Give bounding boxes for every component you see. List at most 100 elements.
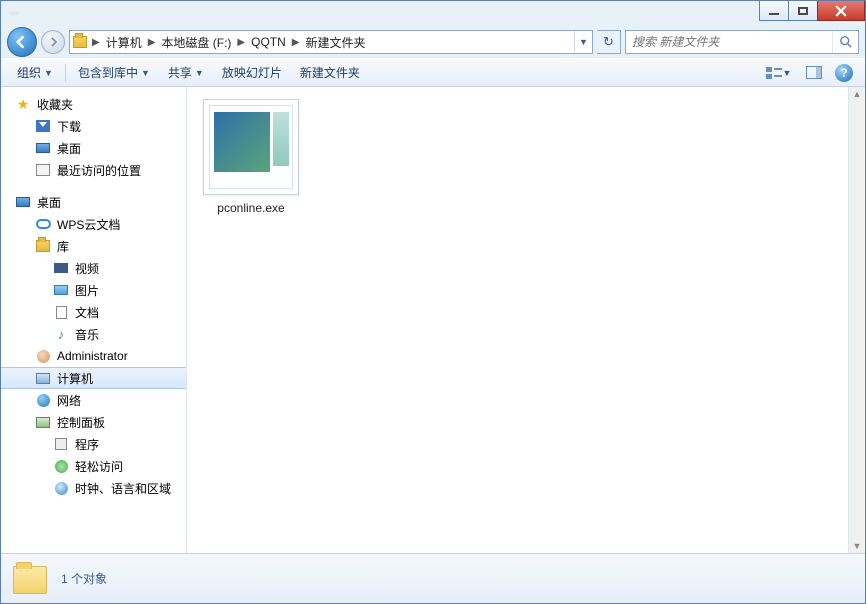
nav-label: 桌面	[57, 140, 81, 157]
chevron-right-icon[interactable]: ▶	[146, 37, 158, 48]
chevron-right-icon[interactable]: ▶	[90, 37, 102, 48]
nav-item-clock-region[interactable]: 时钟、语言和区域	[1, 477, 186, 499]
nav-item-ease-access[interactable]: 轻松访问	[1, 455, 186, 477]
navigation-pane[interactable]: ★ 收藏夹 下载 桌面 最近访问的位置 桌面 WPS云文档 库 视频 图片 文档…	[1, 87, 187, 553]
chevron-right-icon[interactable]: ▶	[235, 37, 247, 48]
control-panel-icon	[35, 414, 51, 430]
nav-label: 库	[57, 238, 69, 255]
picture-icon	[53, 282, 69, 298]
nav-item-desktop[interactable]: 桌面	[1, 137, 186, 159]
view-mode-button[interactable]: ▼	[759, 62, 797, 84]
refresh-button[interactable]: ↻	[597, 30, 621, 54]
nav-label: 桌面	[37, 194, 61, 211]
file-name-label: pconline.exe	[199, 201, 303, 215]
nav-item-documents[interactable]: 文档	[1, 301, 186, 323]
desktop-icon	[15, 194, 31, 210]
user-icon	[35, 348, 51, 364]
command-bar: 组织 ▼ 包含到库中 ▼ 共享 ▼ 放映幻灯片 新建文件夹 ▼ ?	[1, 58, 865, 87]
include-in-library-menu[interactable]: 包含到库中 ▼	[70, 61, 158, 84]
nav-label: 最近访问的位置	[57, 162, 141, 179]
nav-label: 下载	[57, 118, 81, 135]
nav-label: 网络	[57, 392, 81, 409]
nav-label: 文档	[75, 304, 99, 321]
close-button[interactable]	[817, 1, 865, 21]
nav-item-control-panel[interactable]: 控制面板	[1, 411, 186, 433]
nav-favorites[interactable]: ★ 收藏夹	[1, 93, 186, 115]
nav-label: 轻松访问	[75, 458, 123, 475]
nav-label: 视频	[75, 260, 99, 277]
music-icon: ♪	[53, 326, 69, 342]
search-box[interactable]	[625, 30, 859, 54]
status-text: 1 个对象	[61, 570, 107, 587]
video-icon	[53, 260, 69, 276]
vertical-scrollbar[interactable]: ▲▼	[848, 87, 865, 553]
explorer-window: ... ▶ 计算机 ▶ 本地磁盘 (F:) ▶ QQTN ▶ 新建文件夹 ▼	[0, 0, 866, 604]
share-menu[interactable]: 共享 ▼	[160, 61, 212, 84]
breadcrumb-part[interactable]: QQTN	[247, 35, 290, 49]
details-pane: 1 个对象	[1, 553, 865, 603]
window-controls	[760, 1, 865, 21]
nav-item-computer[interactable]: 计算机	[1, 367, 186, 389]
address-box[interactable]: ▶ 计算机 ▶ 本地磁盘 (F:) ▶ QQTN ▶ 新建文件夹 ▼	[69, 30, 593, 54]
nav-item-administrator[interactable]: Administrator	[1, 345, 186, 367]
nav-label: WPS云文档	[57, 216, 120, 233]
nav-item-music[interactable]: ♪ 音乐	[1, 323, 186, 345]
search-input[interactable]	[626, 35, 832, 49]
maximize-button[interactable]	[788, 1, 818, 21]
chevron-right-icon[interactable]: ▶	[290, 37, 302, 48]
help-icon: ?	[835, 64, 853, 82]
file-item[interactable]: pconline.exe	[199, 99, 303, 215]
nav-item-recent[interactable]: 最近访问的位置	[1, 159, 186, 181]
network-icon	[35, 392, 51, 408]
clock-icon	[53, 480, 69, 496]
nav-item-pictures[interactable]: 图片	[1, 279, 186, 301]
nav-item-programs[interactable]: 程序	[1, 433, 186, 455]
ease-access-icon	[53, 458, 69, 474]
minimize-button[interactable]	[759, 1, 789, 21]
file-list-pane[interactable]: pconline.exe ▲▼	[187, 87, 865, 553]
nav-item-network[interactable]: 网络	[1, 389, 186, 411]
folder-icon	[70, 32, 90, 52]
nav-label: 音乐	[75, 326, 99, 343]
nav-back-button[interactable]	[7, 27, 37, 57]
address-dropdown-button[interactable]: ▼	[574, 31, 592, 53]
nav-label: 图片	[75, 282, 99, 299]
new-folder-button[interactable]: 新建文件夹	[292, 61, 368, 84]
library-icon	[35, 238, 51, 254]
nav-forward-button[interactable]	[41, 30, 65, 54]
computer-icon	[35, 370, 51, 386]
scroll-down-icon[interactable]: ▼	[853, 541, 862, 551]
body-area: ★ 收藏夹 下载 桌面 最近访问的位置 桌面 WPS云文档 库 视频 图片 文档…	[1, 87, 865, 553]
nav-item-downloads[interactable]: 下载	[1, 115, 186, 137]
nav-item-libraries[interactable]: 库	[1, 235, 186, 257]
breadcrumb-root[interactable]: 计算机	[102, 34, 146, 51]
programs-icon	[53, 436, 69, 452]
nav-label: 时钟、语言和区域	[75, 480, 171, 497]
folder-large-icon	[13, 562, 47, 596]
nav-label: 程序	[75, 436, 99, 453]
nav-desktop-root[interactable]: 桌面	[1, 191, 186, 213]
nav-item-videos[interactable]: 视频	[1, 257, 186, 279]
nav-label: Administrator	[57, 349, 128, 363]
scroll-up-icon[interactable]: ▲	[853, 89, 862, 99]
cloud-icon	[35, 216, 51, 232]
titlebar[interactable]: ...	[1, 1, 865, 26]
organize-menu[interactable]: 组织 ▼	[9, 61, 61, 84]
breadcrumb-part[interactable]: 本地磁盘 (F:)	[157, 34, 235, 51]
breadcrumb-part[interactable]: 新建文件夹	[302, 34, 370, 51]
nav-label: 计算机	[57, 370, 93, 387]
preview-pane-button[interactable]	[801, 62, 827, 84]
nav-label: 收藏夹	[37, 96, 73, 113]
help-button[interactable]: ?	[831, 62, 857, 84]
download-icon	[35, 118, 51, 134]
file-thumbnail	[203, 99, 299, 195]
document-icon	[53, 304, 69, 320]
nav-label: 控制面板	[57, 414, 105, 431]
slideshow-button[interactable]: 放映幻灯片	[214, 61, 290, 84]
window-title: ...	[9, 1, 18, 17]
address-bar-row: ▶ 计算机 ▶ 本地磁盘 (F:) ▶ QQTN ▶ 新建文件夹 ▼ ↻	[1, 26, 865, 58]
search-icon[interactable]	[832, 31, 858, 53]
desktop-icon	[35, 140, 51, 156]
recent-icon	[35, 162, 51, 178]
nav-item-wps-cloud[interactable]: WPS云文档	[1, 213, 186, 235]
